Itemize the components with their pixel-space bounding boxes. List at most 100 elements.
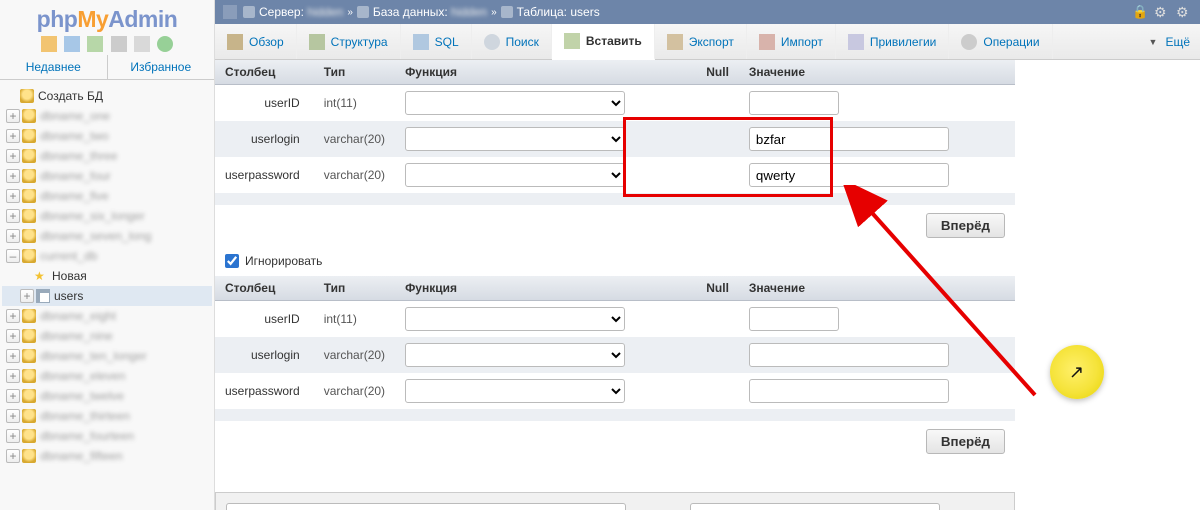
tree-db[interactable]: +dbname_four — [2, 166, 212, 186]
expand-icon[interactable]: + — [6, 189, 20, 203]
tree-db[interactable]: +dbname_eight — [2, 306, 212, 326]
function-select[interactable] — [405, 163, 625, 187]
db-icon — [22, 109, 36, 123]
function-select[interactable] — [405, 127, 625, 151]
expand-icon[interactable]: + — [6, 109, 20, 123]
function-select[interactable] — [405, 343, 625, 367]
th-value: Значение — [739, 276, 1015, 301]
after-insert-select[interactable]: Вернуться на предыдущую страницу — [690, 503, 940, 510]
tab-export[interactable]: Экспорт — [655, 24, 747, 59]
tree-new[interactable]: Новая — [2, 266, 212, 286]
expand-icon[interactable]: + — [6, 309, 20, 323]
tree-db[interactable]: +dbname_fifteen — [2, 446, 212, 466]
gear-icon[interactable] — [1154, 4, 1170, 20]
value-input-userlogin[interactable] — [749, 127, 949, 151]
gear-icon[interactable] — [1176, 4, 1192, 20]
function-select[interactable] — [405, 307, 625, 331]
value-input-userid[interactable] — [749, 307, 839, 331]
expand-icon[interactable]: + — [20, 289, 34, 303]
nav-icon[interactable] — [134, 36, 150, 52]
expand-icon[interactable]: + — [6, 129, 20, 143]
expand-icon[interactable]: + — [6, 149, 20, 163]
tree-db[interactable]: +dbname_fourteen — [2, 426, 212, 446]
expand-icon[interactable]: + — [6, 369, 20, 383]
tree-db[interactable]: +dbname_two — [2, 126, 212, 146]
expand-icon[interactable]: + — [6, 349, 20, 363]
tree-table-users[interactable]: +users — [2, 286, 212, 306]
th-type: Тип — [314, 276, 395, 301]
forward-button[interactable]: Вперёд — [926, 213, 1005, 238]
tree-db-open[interactable]: –current_db — [2, 246, 212, 266]
expand-icon[interactable]: + — [6, 329, 20, 343]
tab-label: Операции — [983, 35, 1039, 49]
collapse-sidebar-icon[interactable] — [223, 5, 237, 19]
value-input-userid[interactable] — [749, 91, 839, 115]
tab-label: Поиск — [506, 35, 539, 49]
tab-insert[interactable]: Вставить — [552, 24, 655, 60]
home-icon[interactable] — [41, 36, 57, 52]
create-db[interactable]: Создать БД — [2, 86, 212, 106]
tree-db[interactable]: +dbname_five — [2, 186, 212, 206]
logo: phpMyAdmin — [0, 0, 214, 33]
content: Столбец Тип Функция Null Значение userID… — [215, 60, 1200, 510]
tree-db[interactable]: +dbname_eleven — [2, 366, 212, 386]
main: Сервер: hidden » База данных: hidden » Т… — [215, 0, 1200, 510]
expand-icon[interactable]: + — [6, 229, 20, 243]
search-icon — [484, 34, 500, 50]
expand-icon[interactable]: + — [6, 209, 20, 223]
forward-button[interactable]: Вперёд — [926, 429, 1005, 454]
new-icon — [34, 269, 48, 283]
expand-icon[interactable]: + — [6, 389, 20, 403]
collapse-icon[interactable]: – — [6, 249, 20, 263]
expand-icon[interactable]: + — [6, 169, 20, 183]
tree-db[interactable]: +dbname_ten_longer — [2, 346, 212, 366]
tab-browse[interactable]: Обзор — [215, 24, 297, 59]
tree-db[interactable]: +dbname_three — [2, 146, 212, 166]
ignore-checkbox[interactable] — [225, 254, 239, 268]
col-type: varchar(20) — [314, 337, 395, 373]
function-select[interactable] — [405, 91, 625, 115]
db-icon — [22, 129, 36, 143]
insert-mode-select[interactable]: Вставить запись — [226, 503, 626, 510]
value-input-userpassword[interactable] — [749, 163, 949, 187]
topnav: Обзор Структура SQL Поиск Вставить Экспо… — [215, 24, 1200, 60]
bc-db-label: База данных: — [373, 5, 448, 19]
tab-label: SQL — [435, 35, 459, 49]
insert-table-2: Столбец Тип Функция Null Значение userID… — [215, 276, 1015, 421]
db-icon — [357, 6, 369, 18]
tab-operations[interactable]: Операции — [949, 24, 1052, 59]
tab-favorites[interactable]: Избранное — [108, 55, 215, 79]
logo-php: php — [37, 6, 78, 32]
tab-import[interactable]: Импорт — [747, 24, 836, 59]
tree-db[interactable]: +dbname_six_longer — [2, 206, 212, 226]
expand-icon[interactable]: + — [6, 449, 20, 463]
tree-db[interactable]: +dbname_twelve — [2, 386, 212, 406]
value-input-userpassword[interactable] — [749, 379, 949, 403]
expand-icon[interactable]: + — [6, 429, 20, 443]
settings-icon[interactable] — [111, 36, 127, 52]
tab-search[interactable]: Поиск — [472, 24, 552, 59]
table-row: userpassword varchar(20) — [215, 373, 1015, 409]
lock-icon[interactable] — [1132, 4, 1148, 20]
tree-db[interactable]: +dbname_thirteen — [2, 406, 212, 426]
tab-structure[interactable]: Структура — [297, 24, 401, 59]
tab-recent[interactable]: Недавнее — [0, 55, 108, 79]
table-icon — [36, 289, 50, 303]
col-name: userID — [215, 301, 314, 338]
reload-icon[interactable] — [157, 36, 173, 52]
structure-icon — [309, 34, 325, 50]
db-icon — [22, 249, 36, 263]
value-input-userlogin[interactable] — [749, 343, 949, 367]
tree-db[interactable]: +dbname_one — [2, 106, 212, 126]
table-row: userpassword varchar(20) — [215, 157, 1015, 193]
logout-icon[interactable] — [64, 36, 80, 52]
table-row: userID int(11) — [215, 85, 1015, 122]
tab-privileges[interactable]: Привилегии — [836, 24, 950, 59]
tree-db[interactable]: +dbname_nine — [2, 326, 212, 346]
tree-db[interactable]: +dbname_seven_long — [2, 226, 212, 246]
docs-icon[interactable] — [87, 36, 103, 52]
more-dropdown[interactable]: Ещё — [1139, 24, 1200, 59]
tab-sql[interactable]: SQL — [401, 24, 472, 59]
expand-icon[interactable]: + — [6, 409, 20, 423]
function-select[interactable] — [405, 379, 625, 403]
